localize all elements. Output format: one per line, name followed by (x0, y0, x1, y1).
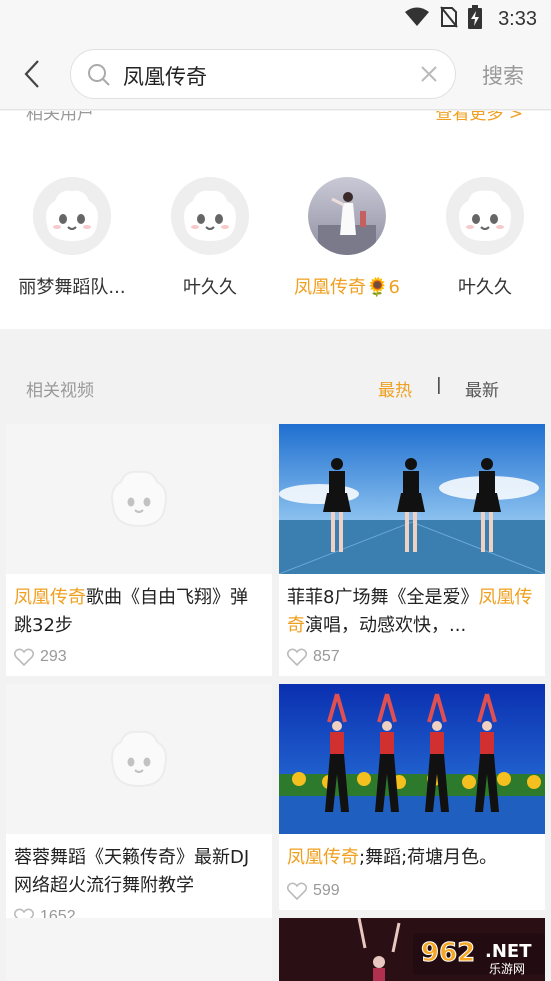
no-sim-icon (440, 6, 458, 32)
video-title-highlight: 凤凰传奇 (14, 587, 86, 608)
heart-icon (287, 882, 307, 900)
video-title-text: 蓉蓉舞蹈《天籁传奇》最新DJ网络超火流行舞附教学 (14, 847, 250, 896)
video-title: 凤凰传奇歌曲《自由飞翔》弹跳32步 (6, 574, 272, 644)
dancers-flowers-image (279, 684, 545, 834)
sort-separator: | (436, 375, 442, 395)
video-title-prefix: 菲菲8广场舞《全是爱》 (287, 587, 479, 608)
watermark-logo: 962 .NET 乐游网 (413, 929, 545, 979)
video-title: 蓉蓉舞蹈《天籁传奇》最新DJ网络超火流行舞附教学 (6, 834, 272, 904)
related-videos-header: 相关视频 最热 | 最新 (0, 344, 551, 422)
user-item[interactable]: 叶久久 (145, 177, 275, 299)
clear-icon[interactable] (419, 64, 439, 88)
photo-avatar (308, 177, 386, 255)
default-avatar-icon (171, 177, 249, 255)
placeholder-mascot-icon (111, 730, 167, 788)
video-card[interactable] (6, 918, 272, 981)
search-header: 凤凰传奇 搜索 (0, 38, 551, 110)
clock: 3:33 (498, 7, 537, 30)
like-count: 293 (14, 648, 67, 666)
user-item[interactable]: 凤凰传奇🌻6 (282, 177, 412, 299)
user-item[interactable]: 丽梦舞蹈队... (7, 177, 137, 299)
like-count-value: 599 (313, 882, 340, 899)
svg-text:乐游网: 乐游网 (489, 962, 525, 976)
heart-icon (287, 648, 307, 666)
video-title-text: ;舞蹈;荷塘月色。 (359, 847, 498, 868)
user-name: 叶久久 (458, 277, 512, 298)
video-title-highlight: 凤凰传奇 (287, 847, 359, 868)
video-title: 凤凰传奇;舞蹈;荷塘月色。 (279, 834, 545, 878)
svg-text:962: 962 (421, 938, 475, 968)
user-name: 丽梦舞蹈队... (18, 277, 126, 298)
default-avatar-icon (446, 177, 524, 255)
related-users-section: 相关用户 查看更多 > 丽梦舞蹈队... 叶久久 凤凰传奇🌻6 叶久久 (0, 111, 551, 329)
video-thumbnail (6, 684, 272, 834)
user-name: 凤凰传奇🌻6 (294, 277, 400, 298)
user-name: 叶久久 (183, 277, 237, 298)
video-thumbnail (6, 424, 272, 574)
video-title-text: 演唱，动感欢快，... (305, 615, 467, 636)
default-avatar-icon (33, 177, 111, 255)
like-count: 599 (287, 882, 340, 900)
video-thumbnail (279, 684, 545, 834)
placeholder-mascot-icon (111, 470, 167, 528)
like-count: 857 (287, 648, 340, 666)
video-thumbnail (6, 918, 272, 981)
video-card[interactable]: 凤凰传奇;舞蹈;荷塘月色。 599 (279, 684, 545, 910)
user-item[interactable]: 叶久久 (420, 177, 550, 299)
chevron-left-icon (24, 60, 39, 88)
like-count-value: 857 (313, 648, 340, 665)
video-card[interactable]: 凤凰传奇歌曲《自由飞翔》弹跳32步 293 (6, 424, 272, 676)
related-videos-label: 相关视频 (26, 381, 94, 401)
related-users-label: 相关用户 (26, 111, 94, 124)
sort-hot-tab[interactable]: 最热 (378, 376, 412, 401)
search-query-text: 凤凰传奇 (123, 65, 207, 89)
battery-charging-icon (468, 5, 483, 33)
back-button[interactable] (14, 56, 50, 92)
search-input[interactable]: 凤凰传奇 (70, 49, 456, 99)
video-thumbnail (279, 424, 545, 574)
wifi-icon (404, 7, 430, 31)
dancers-sky-image (279, 424, 545, 574)
search-icon (87, 63, 111, 91)
search-button[interactable]: 搜索 (482, 60, 524, 90)
sort-new-tab[interactable]: 最新 (465, 376, 499, 401)
like-count-value: 293 (40, 648, 67, 665)
video-card[interactable]: 菲菲8广场舞《全是爱》凤凰传奇演唱，动感欢快，... 857 (279, 424, 545, 676)
svg-text:.NET: .NET (485, 941, 532, 962)
video-title: 菲菲8广场舞《全是爱》凤凰传奇演唱，动感欢快，... (279, 574, 545, 644)
heart-icon (14, 648, 34, 666)
status-bar: 3:33 (0, 0, 551, 38)
video-card[interactable]: 蓉蓉舞蹈《天籁传奇》最新DJ网络超火流行舞附教学 1652 (6, 684, 272, 936)
view-more-link[interactable]: 查看更多 > (435, 111, 523, 124)
